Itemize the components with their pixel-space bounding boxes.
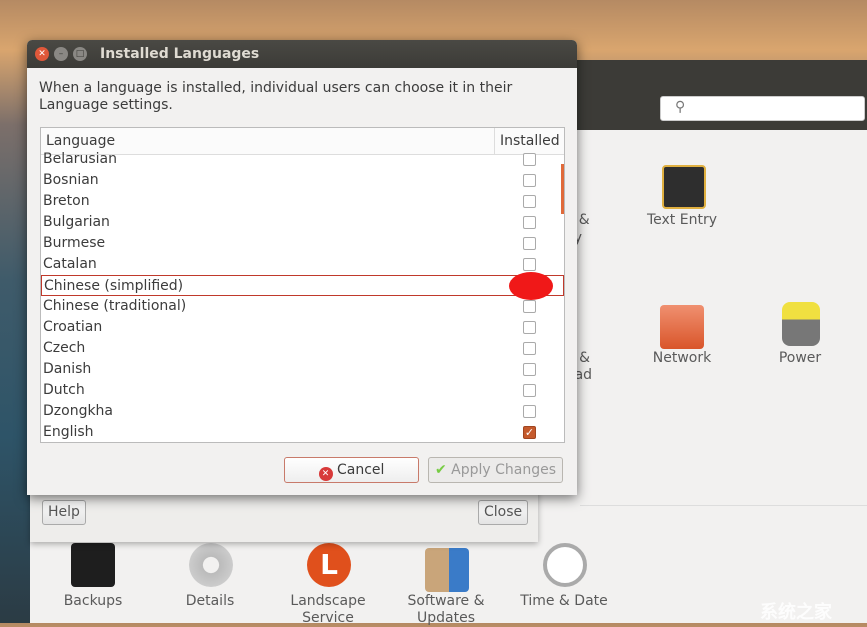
language-name: Bulgarian	[43, 214, 110, 230]
language-name: Chinese (simplified)	[44, 278, 184, 294]
watermark-logo: 系统之家	[760, 602, 832, 623]
close-button[interactable]: Close	[478, 500, 529, 525]
list-item[interactable]: Czech	[41, 338, 564, 359]
dialog-title: Installed Languages	[100, 46, 260, 62]
list-item[interactable]: Catalan	[41, 254, 564, 275]
search-input[interactable]: ⚲	[660, 96, 865, 121]
language-name: Chinese (traditional)	[43, 298, 187, 314]
cancel-label: Cancel	[337, 462, 385, 478]
check-icon: ✔	[434, 462, 447, 478]
installed-checkbox[interactable]	[523, 384, 536, 397]
battery-icon	[782, 302, 820, 346]
item-label: Time & Date	[520, 593, 608, 609]
list-item[interactable]: Danish	[41, 359, 564, 380]
cancel-button[interactable]: ✕ Cancel	[284, 457, 419, 483]
keyboard-icon	[662, 165, 706, 209]
language-name: Dutch	[43, 382, 85, 398]
installed-checkbox[interactable]	[523, 174, 536, 187]
list-item[interactable]: Dzongkha	[41, 401, 564, 422]
item-label: Network	[652, 350, 712, 366]
column-installed[interactable]: Installed	[500, 133, 560, 149]
list-item[interactable]: Burmese	[41, 233, 564, 254]
installed-languages-dialog: ✕ – □ Installed Languages When a languag…	[27, 40, 577, 495]
search-icon: ⚲	[675, 99, 686, 115]
scrollbar[interactable]	[561, 164, 564, 214]
installed-checkbox[interactable]	[523, 342, 536, 355]
installed-checkbox[interactable]: ✓	[523, 426, 536, 439]
apply-changes-button[interactable]: ✔ Apply Changes	[428, 457, 563, 483]
installed-checkbox[interactable]	[523, 195, 536, 208]
language-name: Danish	[43, 361, 92, 377]
close-window-icon[interactable]: ✕	[35, 47, 49, 61]
cancel-icon: ✕	[318, 467, 333, 481]
installed-checkbox[interactable]	[523, 300, 536, 313]
language-name: Dzongkha	[43, 403, 114, 419]
language-name: Czech	[43, 340, 86, 356]
gear-icon	[189, 543, 233, 587]
installed-checkbox[interactable]	[523, 153, 536, 166]
list-item[interactable]: Chinese (simplified)	[41, 275, 564, 296]
help-button[interactable]: Help	[42, 500, 86, 525]
list-item[interactable]: Chinese (traditional)	[41, 296, 564, 317]
language-name: Breton	[43, 193, 90, 209]
list-item[interactable]: Bosnian	[41, 170, 564, 191]
installed-checkbox[interactable]	[523, 321, 536, 334]
item-label: Text Entry	[646, 212, 717, 228]
installed-checkbox[interactable]	[523, 405, 536, 418]
safe-icon	[71, 543, 115, 587]
clock-icon	[543, 543, 587, 587]
software-globe-icon	[425, 548, 469, 592]
divider	[580, 505, 867, 506]
language-name: Croatian	[43, 319, 103, 335]
list-item[interactable]: English ✓	[41, 422, 564, 442]
landscape-icon: L	[307, 543, 351, 587]
list-item[interactable]: Dutch	[41, 380, 564, 401]
item-label: Software & Updates	[407, 593, 485, 626]
language-name: Belarusian	[43, 151, 117, 167]
list-item[interactable]: Croatian	[41, 317, 564, 338]
list-item[interactable]: Breton	[41, 191, 564, 212]
list-item[interactable]: Belarusian	[41, 149, 564, 170]
installed-checkbox[interactable]	[523, 363, 536, 376]
red-annotation-mark	[509, 272, 553, 300]
list-item[interactable]: Bulgarian	[41, 212, 564, 233]
item-label: Landscape Service	[290, 593, 366, 626]
minimize-icon[interactable]: –	[54, 47, 68, 61]
language-name: English	[43, 424, 94, 440]
installed-checkbox[interactable]	[523, 216, 536, 229]
title-bar: ✕ – □ Installed Languages	[27, 40, 577, 68]
languages-list[interactable]: Language Installed Belarusian Bosnian Bret…	[40, 127, 565, 443]
maximize-icon[interactable]: □	[73, 47, 87, 61]
item-label: Power	[778, 350, 822, 366]
item-label: Details	[185, 593, 235, 609]
language-name: Burmese	[43, 235, 106, 251]
item-label: Backups	[63, 593, 123, 609]
installed-checkbox[interactable]	[523, 258, 536, 271]
column-language[interactable]: Language	[46, 133, 115, 149]
dialog-description: When a language is installed, individual…	[39, 80, 513, 113]
installed-checkbox[interactable]	[523, 237, 536, 250]
language-name: Catalan	[43, 256, 97, 272]
apply-label: Apply Changes	[451, 462, 557, 478]
language-name: Bosnian	[43, 172, 99, 188]
network-folder-icon	[660, 305, 704, 349]
